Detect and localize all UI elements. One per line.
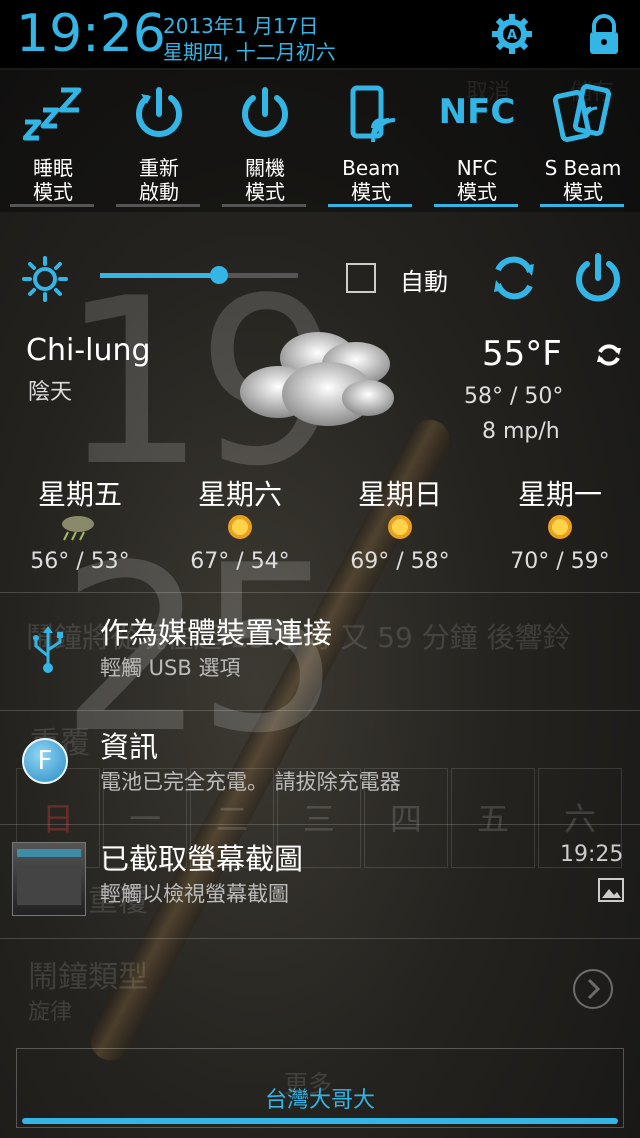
- weather-temperature: 55°F: [482, 334, 562, 374]
- usb-icon: [33, 626, 63, 673]
- forecast-temps-1: 56° / 53°: [30, 549, 130, 574]
- screenshot-thumbnail: [12, 842, 86, 916]
- brightness-row: 自動: [0, 250, 640, 310]
- notification-usb-title: 作為媒體裝置連接: [100, 616, 333, 650]
- divider: [0, 824, 640, 825]
- chevron-right-icon: [573, 969, 613, 1009]
- toggle-s-beam[interactable]: S Beam 模式: [530, 70, 636, 212]
- divider: [0, 710, 640, 711]
- clock-time: 19:26: [16, 4, 166, 64]
- toggle-restart-label-1: 重新: [139, 156, 179, 180]
- rain-icon: [62, 516, 94, 541]
- toggle-s-beam-label-1: S Beam: [544, 156, 622, 180]
- notification-drag-handle[interactable]: [22, 1118, 618, 1124]
- notification-screenshot-subtitle: 輕觸以檢視螢幕截圖: [100, 882, 289, 906]
- brightness-sun-icon: [22, 256, 68, 302]
- toggle-restart-indicator: [116, 204, 200, 207]
- weather-condition: 陰天: [28, 380, 73, 405]
- date-line-2: 星期四, 十二月初六: [163, 40, 336, 64]
- weather-wind: 8 mp/h: [482, 419, 560, 444]
- forecast-day-2: 星期六: [197, 478, 282, 511]
- date-line-1: 2013年1 月17日: [163, 14, 319, 38]
- sync-icon[interactable]: [488, 252, 540, 304]
- nfc-icon: NFC: [438, 92, 516, 132]
- auto-brightness-checkbox[interactable]: [346, 263, 376, 293]
- background-alarm-type-value: 旋律: [28, 1000, 73, 1025]
- forecast-temps-3: 69° / 58°: [350, 549, 450, 574]
- toggle-power-label-2: 模式: [245, 180, 285, 204]
- toggle-power-off[interactable]: 關機 模式: [212, 70, 318, 212]
- toggle-beam-indicator: [328, 204, 412, 207]
- notification-screenshot-time: 19:25: [560, 842, 624, 867]
- weather-city: Chi-lung: [26, 333, 151, 368]
- toggle-nfc[interactable]: NFC NFC 模式: [424, 70, 530, 212]
- f-badge-icon: F: [22, 738, 68, 784]
- lock-icon[interactable]: [582, 12, 626, 56]
- toggle-beam[interactable]: Beam 模式: [318, 70, 424, 212]
- notification-screenshot[interactable]: 已截取螢幕截圖 輕觸以檢視螢幕截圖 19:25: [0, 826, 640, 936]
- divider: [0, 938, 640, 939]
- toggle-beam-label-1: Beam: [342, 156, 400, 180]
- power-icon: [242, 87, 288, 137]
- sun-icon: [388, 515, 412, 539]
- weather-hi-lo: 58° / 50°: [464, 384, 564, 409]
- notification-info[interactable]: F 資訊 電池已完全充電。 請拔除充電器: [0, 712, 640, 822]
- toggle-s-beam-label-2: 模式: [563, 180, 603, 204]
- notification-screenshot-title: 已截取螢幕截圖: [100, 842, 304, 876]
- toggle-beam-label-2: 模式: [351, 180, 391, 204]
- toggle-nfc-label-2: 模式: [457, 180, 497, 204]
- brightness-slider-thumb[interactable]: [209, 266, 228, 284]
- cloud-icon: [240, 332, 394, 426]
- beam-icon: [350, 85, 396, 143]
- sun-icon: [228, 515, 252, 539]
- notification-usb-subtitle: 輕觸 USB 選項: [100, 656, 241, 680]
- forecast-day-4: 星期一: [517, 478, 602, 511]
- toggle-nfc-indicator: [434, 204, 518, 207]
- brightness-slider-track[interactable]: [100, 266, 298, 284]
- toggle-restart[interactable]: 重新 啟動: [106, 70, 212, 212]
- power-button-icon[interactable]: [572, 252, 624, 304]
- notification-info-title: 資訊: [100, 730, 159, 764]
- status-bar: 19:26 2013年1 月17日 星期四, 十二月初六 A: [0, 0, 640, 68]
- brightness-slider-fill: [100, 273, 219, 278]
- toggle-restart-label-2: 啟動: [139, 180, 179, 204]
- restart-icon: [136, 87, 182, 137]
- toggle-sleep-label-1: 睡眠: [33, 156, 73, 180]
- forecast-temps-2: 67° / 54°: [190, 549, 290, 574]
- toggle-power-label-1: 關機: [245, 156, 285, 180]
- toggle-sleep-label-2: 模式: [33, 180, 73, 204]
- forecast-temps-4: 70° / 59°: [510, 549, 610, 574]
- toggle-sleep[interactable]: 睡眠 模式: [0, 70, 106, 212]
- auto-settings-gear-icon[interactable]: A: [490, 12, 534, 56]
- toggle-nfc-label-1: NFC: [456, 156, 498, 180]
- toggle-sleep-indicator: [10, 204, 94, 207]
- quick-toggles: 睡眠 模式 重新 啟動 關機 模式 Beam 模式 NFC NFC 模式 S B…: [0, 70, 640, 212]
- toggle-s-beam-indicator: [540, 204, 624, 207]
- sleep-zzz-icon: [23, 87, 82, 141]
- divider: [0, 592, 640, 593]
- carrier-label: 台灣大哥大: [264, 1088, 375, 1113]
- toggle-power-indicator: [222, 204, 306, 207]
- notification-usb[interactable]: 作為媒體裝置連接 輕觸 USB 選項: [0, 596, 640, 706]
- sun-icon: [548, 515, 572, 539]
- forecast-day-1: 星期五: [37, 478, 122, 511]
- notification-info-subtitle: 電池已完全充電。 請拔除充電器: [100, 770, 401, 794]
- image-gallery-icon: [598, 878, 624, 902]
- background-alarm-type: 鬧鐘類型: [28, 960, 148, 995]
- svg-text:A: A: [507, 28, 517, 43]
- auto-brightness-label: 自動: [400, 268, 448, 296]
- weather-refresh-icon[interactable]: [594, 340, 624, 370]
- forecast-day-3: 星期日: [357, 478, 442, 511]
- s-beam-icon: [553, 84, 612, 142]
